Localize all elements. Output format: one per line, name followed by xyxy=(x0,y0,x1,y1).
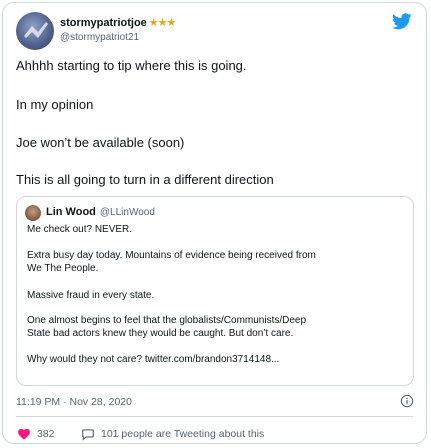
quoted-text-line: State bad actors knew they would be caug… xyxy=(27,328,294,339)
tweet-card: stormypatriotjoe ★★★ @stormypatriot21 Ahh… xyxy=(2,2,427,444)
like-button[interactable]: 382 xyxy=(17,427,55,440)
tweet-text-line: In my opinion xyxy=(16,97,94,112)
tweet-text-line: This is all going to turn in a different… xyxy=(16,172,274,187)
quoted-text-line: Massive fraud in every state. xyxy=(27,290,155,301)
author-badge: ★★★ xyxy=(148,17,177,29)
twitter-bird-icon[interactable] xyxy=(392,13,412,30)
quoted-text-line: Me check out? NEVER. xyxy=(27,224,133,235)
quoted-author-handle: @LLinWood xyxy=(99,207,155,218)
quoted-text-link[interactable]: Why would they not care? twitter.com/bra… xyxy=(27,353,407,366)
author-handle[interactable]: @stormypatriot21 xyxy=(60,32,139,43)
speech-bubble-icon xyxy=(82,429,94,441)
info-icon[interactable] xyxy=(400,394,414,408)
quoted-author-name: Lin Wood @LLinWood xyxy=(46,206,155,218)
quoted-tweet[interactable]: Lin Wood @LLinWood Me check out? NEVER. E… xyxy=(16,196,414,386)
quoted-text-line: One almost begins to feel that the globa… xyxy=(27,315,307,326)
tweet-text-line: Joe won’t be available (soon) xyxy=(16,135,185,150)
like-count: 382 xyxy=(37,427,55,440)
author-name[interactable]: stormypatriotjoe ★★★ xyxy=(60,16,177,29)
quoted-text-line: Extra busy day today. Mountains of evide… xyxy=(27,250,316,261)
tweeting-about-link[interactable]: 101 people are Tweeting about this xyxy=(81,427,264,441)
tweet-text-line: Ahhhh starting to tip where this is goin… xyxy=(16,58,247,73)
quoted-author-avatar xyxy=(25,205,41,221)
divider xyxy=(16,416,413,417)
tweeting-about-text: 101 people are Tweeting about this xyxy=(101,428,265,440)
quoted-text-line: We The People. xyxy=(27,263,99,274)
tweet-timestamp[interactable]: 11:19 PM · Nov 28, 2020 xyxy=(16,396,132,408)
heart-icon xyxy=(18,428,30,440)
author-avatar[interactable] xyxy=(16,12,54,50)
